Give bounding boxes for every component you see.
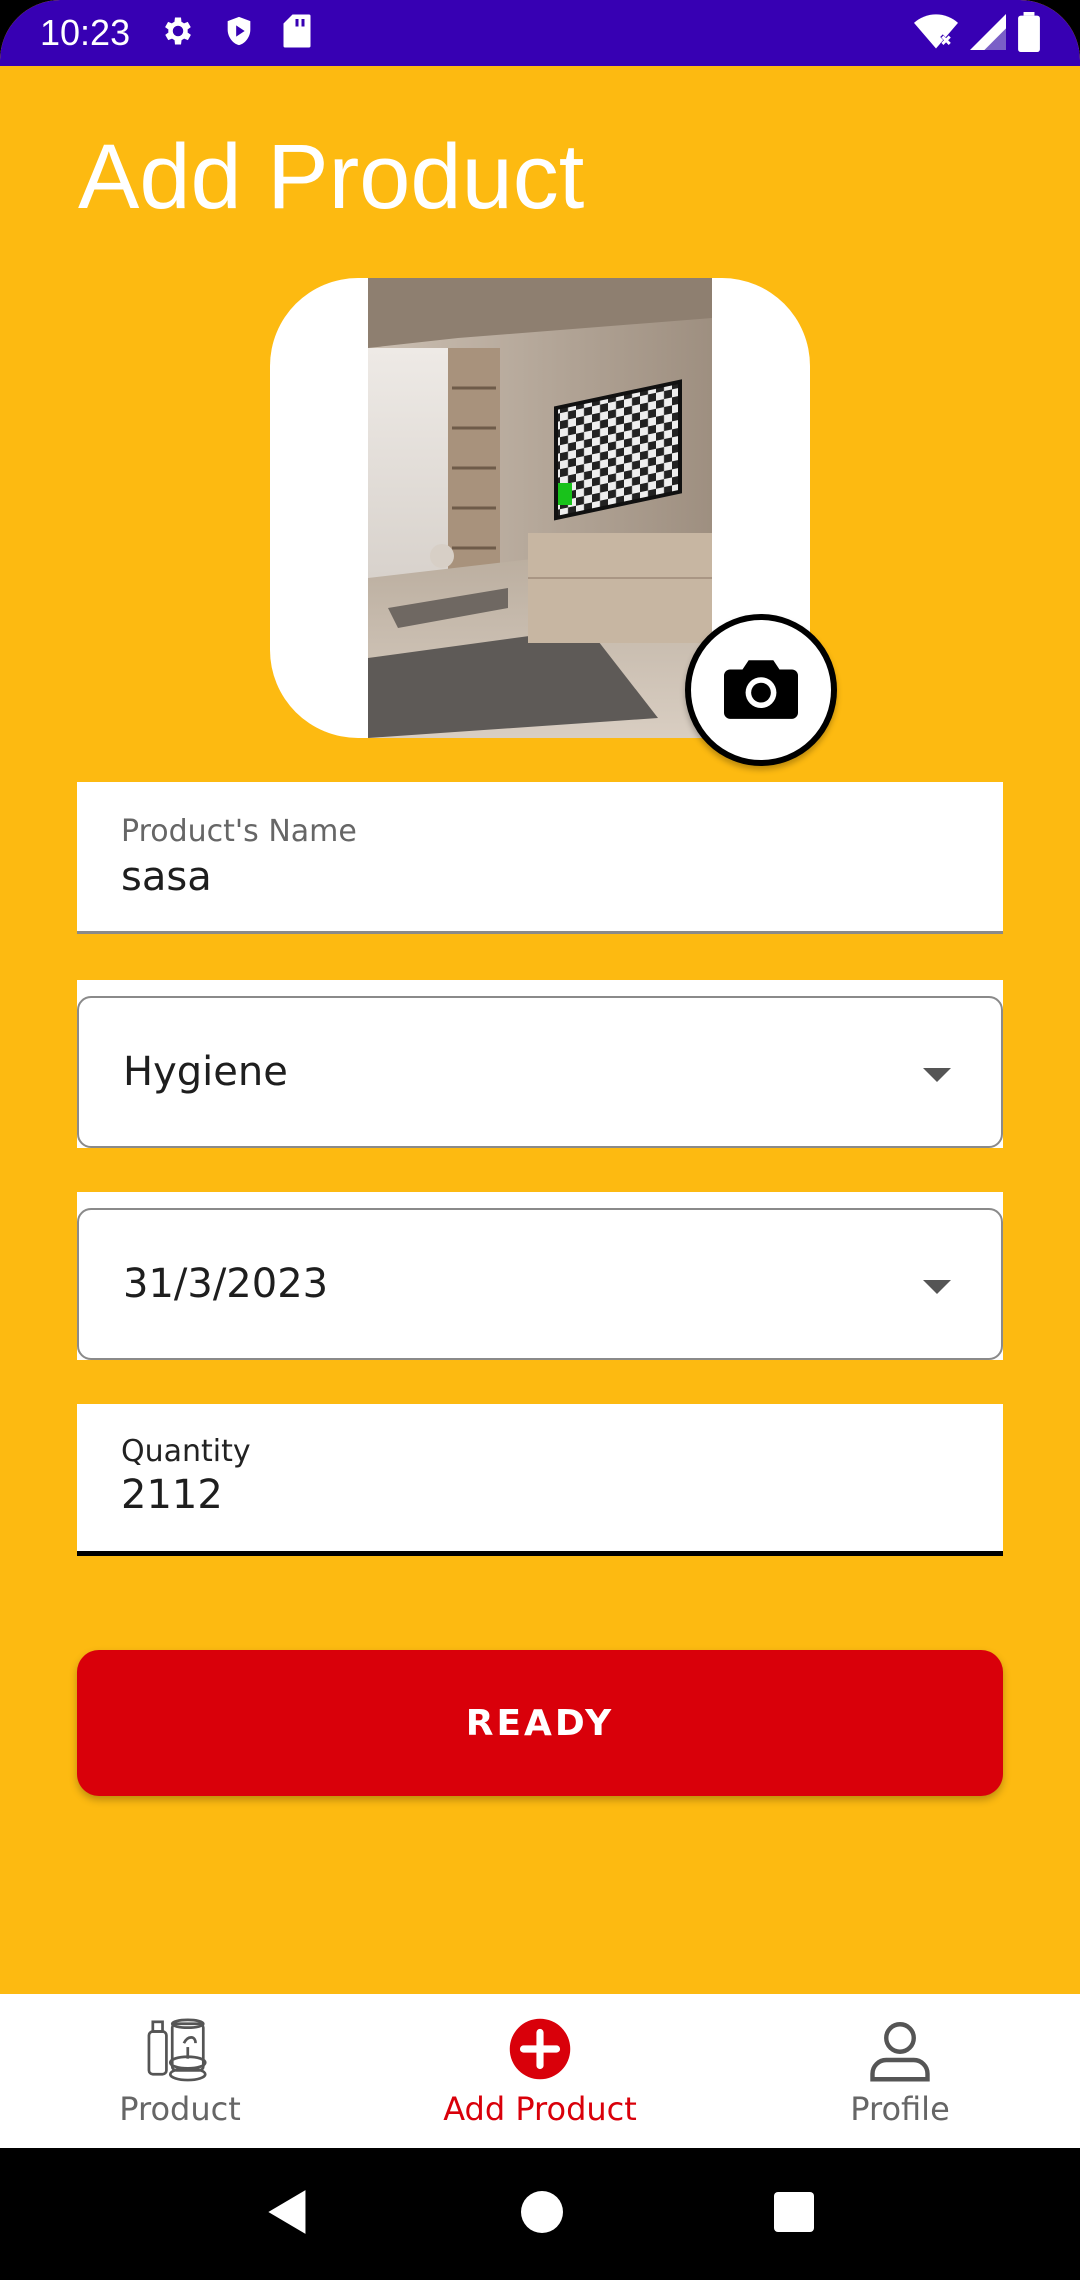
nav-item-add-product[interactable]: Add Product xyxy=(360,1994,720,2148)
system-navigation-bar xyxy=(0,2148,1080,2280)
nav-label-product: Product xyxy=(119,2090,241,2128)
camera-button[interactable] xyxy=(685,614,837,766)
products-icon xyxy=(145,2016,215,2086)
status-bar: 10:23 xyxy=(0,0,1080,66)
quantity-value: 2112 xyxy=(121,1472,223,1518)
add-circle-icon xyxy=(507,2016,573,2086)
ready-button[interactable]: READY xyxy=(77,1650,1003,1796)
wifi-icon xyxy=(914,13,958,55)
battery-icon xyxy=(1018,12,1040,56)
page-title: Add Product xyxy=(78,126,585,228)
status-time: 10:23 xyxy=(40,12,131,53)
person-icon xyxy=(867,2016,933,2086)
product-name-label: Product's Name xyxy=(121,814,357,849)
dropdown-arrow-icon xyxy=(923,1068,951,1082)
date-select-value: 31/3/2023 xyxy=(123,1261,329,1307)
category-select-box[interactable]: Hygiene xyxy=(77,996,1003,1148)
sd-card-icon xyxy=(282,13,312,53)
date-select-box[interactable]: 31/3/2023 xyxy=(77,1208,1003,1360)
recents-icon[interactable] xyxy=(774,2192,815,2236)
category-select[interactable]: Hygiene xyxy=(77,980,1003,1148)
product-name-value: sasa xyxy=(121,854,212,900)
product-name-field[interactable]: Product's Name sasa xyxy=(77,782,1003,934)
bottom-navigation: Product Add Product Profile xyxy=(0,1994,1080,2148)
camera-icon xyxy=(724,657,798,723)
shield-icon xyxy=(222,13,256,53)
nav-label-profile: Profile xyxy=(850,2090,950,2128)
settings-icon xyxy=(160,13,196,53)
category-select-value: Hygiene xyxy=(123,1049,288,1095)
home-icon[interactable] xyxy=(520,2191,563,2237)
dropdown-arrow-icon xyxy=(923,1280,951,1294)
add-product-screen: 10:23 Add Product Product's Name sasa Hy… xyxy=(0,0,1080,2280)
nav-item-product[interactable]: Product xyxy=(0,1994,360,2148)
nav-item-profile[interactable]: Profile xyxy=(720,1994,1080,2148)
signal-icon xyxy=(970,13,1006,55)
date-select[interactable]: 31/3/2023 xyxy=(77,1192,1003,1360)
quantity-field[interactable]: Quantity 2112 xyxy=(77,1404,1003,1556)
quantity-label: Quantity xyxy=(121,1434,251,1469)
back-icon[interactable] xyxy=(266,2188,310,2240)
product-photo xyxy=(368,278,712,738)
nav-label-add-product: Add Product xyxy=(443,2090,637,2128)
